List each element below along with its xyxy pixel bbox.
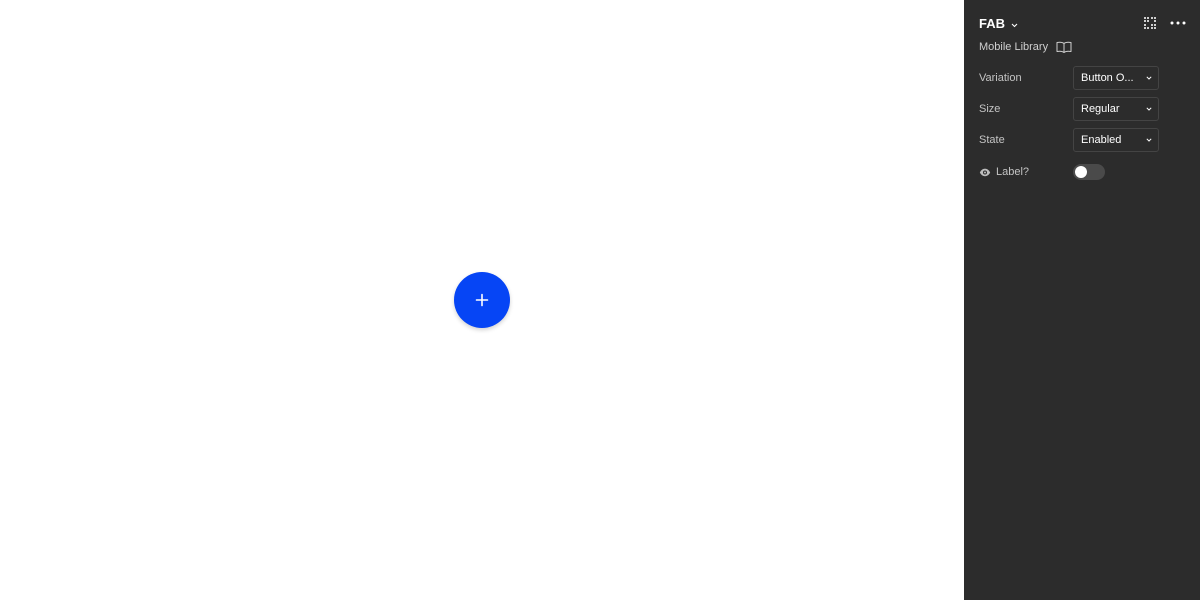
grid-icon[interactable] [1142, 15, 1158, 31]
plus-icon [475, 293, 489, 307]
label-toggle-text: Label? [996, 166, 1030, 178]
property-label: Size [979, 103, 1001, 115]
label-toggle[interactable] [1073, 164, 1105, 180]
book-icon [1056, 41, 1072, 53]
toggle-knob [1075, 166, 1087, 178]
chevron-down-icon [1146, 76, 1152, 80]
app-window: FAB Mobile Library Variation Button O...… [0, 0, 1200, 600]
property-label: Variation [979, 72, 1022, 84]
more-horizontal-icon[interactable] [1170, 15, 1186, 31]
variation-select[interactable]: Button O... [1073, 66, 1159, 90]
chevron-down-icon [1146, 107, 1152, 111]
properties-panel: FAB Mobile Library Variation Button O...… [964, 0, 1200, 600]
property-row-variation: Variation Button O... [979, 66, 1159, 90]
library-link[interactable]: Mobile Library [979, 39, 1072, 55]
property-row-state: State Enabled [979, 128, 1159, 152]
select-value: Button O... [1081, 72, 1134, 84]
property-row-size: Size Regular [979, 97, 1159, 121]
select-value: Regular [1081, 103, 1120, 115]
panel-header: FAB [979, 14, 1186, 32]
select-value: Enabled [1081, 134, 1122, 146]
size-select[interactable]: Regular [1073, 97, 1159, 121]
eye-icon [979, 168, 991, 177]
chevron-down-icon [1146, 138, 1152, 142]
component-name: FAB [979, 15, 1005, 31]
property-label-with-icon: Label? [979, 166, 1073, 178]
component-name-dropdown[interactable]: FAB [979, 16, 1018, 31]
property-label: State [979, 134, 1005, 146]
property-row-label: Label? [979, 160, 1159, 184]
library-name: Mobile Library [979, 41, 1049, 53]
header-actions [1142, 15, 1186, 31]
design-canvas[interactable] [0, 0, 964, 600]
state-select[interactable]: Enabled [1073, 128, 1159, 152]
fab-button[interactable] [454, 272, 510, 328]
chevron-down-icon [1011, 16, 1018, 31]
